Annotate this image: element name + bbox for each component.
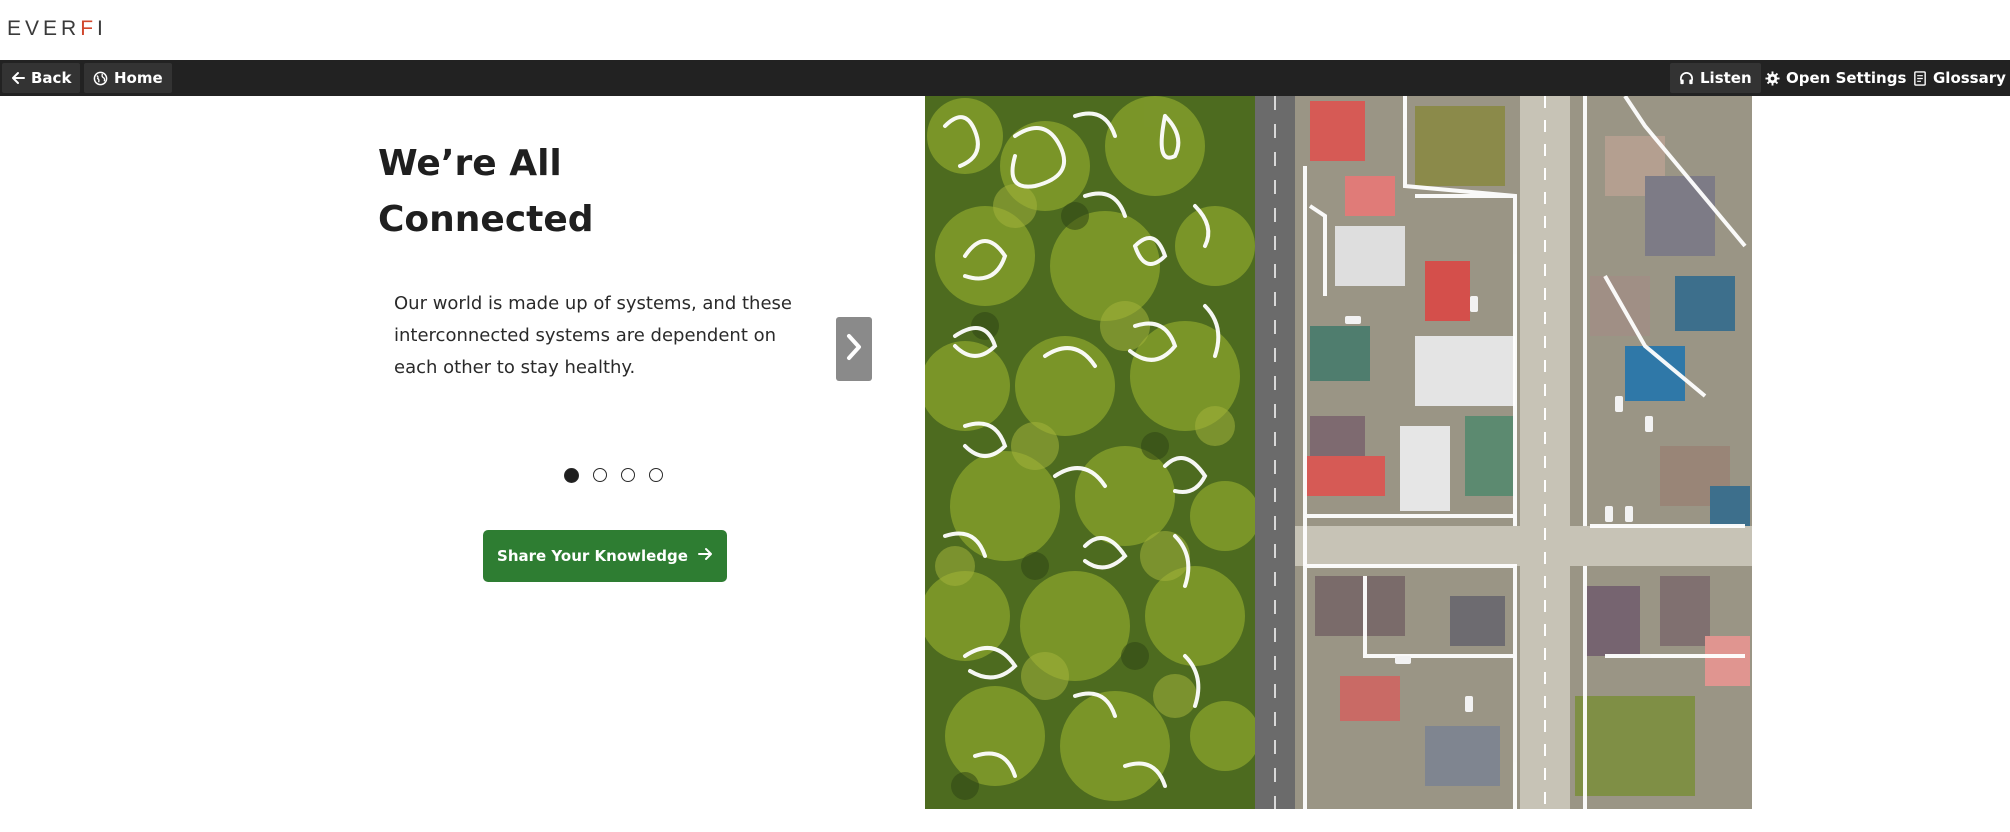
pagination-dot-4[interactable] bbox=[649, 468, 663, 482]
slide-body: Our world is made up of systems, and the… bbox=[394, 288, 824, 384]
slide-pagination bbox=[564, 468, 663, 483]
logo-bar: EVERFI bbox=[0, 0, 2010, 60]
pagination-dot-2[interactable] bbox=[593, 468, 607, 482]
slide-title-line1: We’re All bbox=[378, 143, 562, 184]
open-settings-label: Open Settings bbox=[1786, 69, 1907, 87]
everfi-logo: EVERFI bbox=[7, 17, 107, 40]
listen-button[interactable]: Listen bbox=[1670, 63, 1761, 93]
arrow-right-icon bbox=[697, 547, 713, 565]
top-toolbar: Back Home Listen Open Settings Glossary bbox=[0, 60, 2010, 96]
share-your-knowledge-label: Share Your Knowledge bbox=[497, 547, 688, 565]
gear-icon bbox=[1765, 70, 1780, 86]
glossary-label: Glossary bbox=[1933, 69, 2006, 87]
aerial-forest-neighborhood-image bbox=[925, 96, 1752, 809]
open-settings-button[interactable]: Open Settings bbox=[1756, 63, 1915, 93]
share-your-knowledge-button[interactable]: Share Your Knowledge bbox=[483, 530, 727, 582]
chevron-right-icon bbox=[844, 332, 864, 366]
back-label: Back bbox=[31, 69, 72, 87]
book-icon bbox=[1913, 70, 1927, 86]
arrow-left-icon bbox=[11, 71, 25, 85]
home-label: Home bbox=[114, 69, 163, 87]
slide-body-line3: each other to stay healthy. bbox=[394, 357, 636, 378]
slide-body-line2: interconnected systems are dependent on bbox=[394, 325, 777, 346]
pagination-dot-3[interactable] bbox=[621, 468, 635, 482]
glossary-button[interactable]: Glossary bbox=[1904, 63, 2010, 93]
headphones-icon bbox=[1679, 71, 1694, 86]
slide-title-line2: Connected bbox=[378, 199, 594, 240]
slide-title: We’re All Connected bbox=[378, 136, 778, 248]
listen-label: Listen bbox=[1700, 69, 1752, 87]
globe-icon bbox=[93, 71, 108, 86]
back-button[interactable]: Back bbox=[2, 63, 81, 93]
home-button[interactable]: Home bbox=[84, 63, 172, 93]
pagination-dot-1[interactable] bbox=[564, 468, 579, 483]
slide-body-line1: Our world is made up of systems, and the… bbox=[394, 293, 792, 314]
next-slide-button[interactable] bbox=[836, 317, 872, 381]
